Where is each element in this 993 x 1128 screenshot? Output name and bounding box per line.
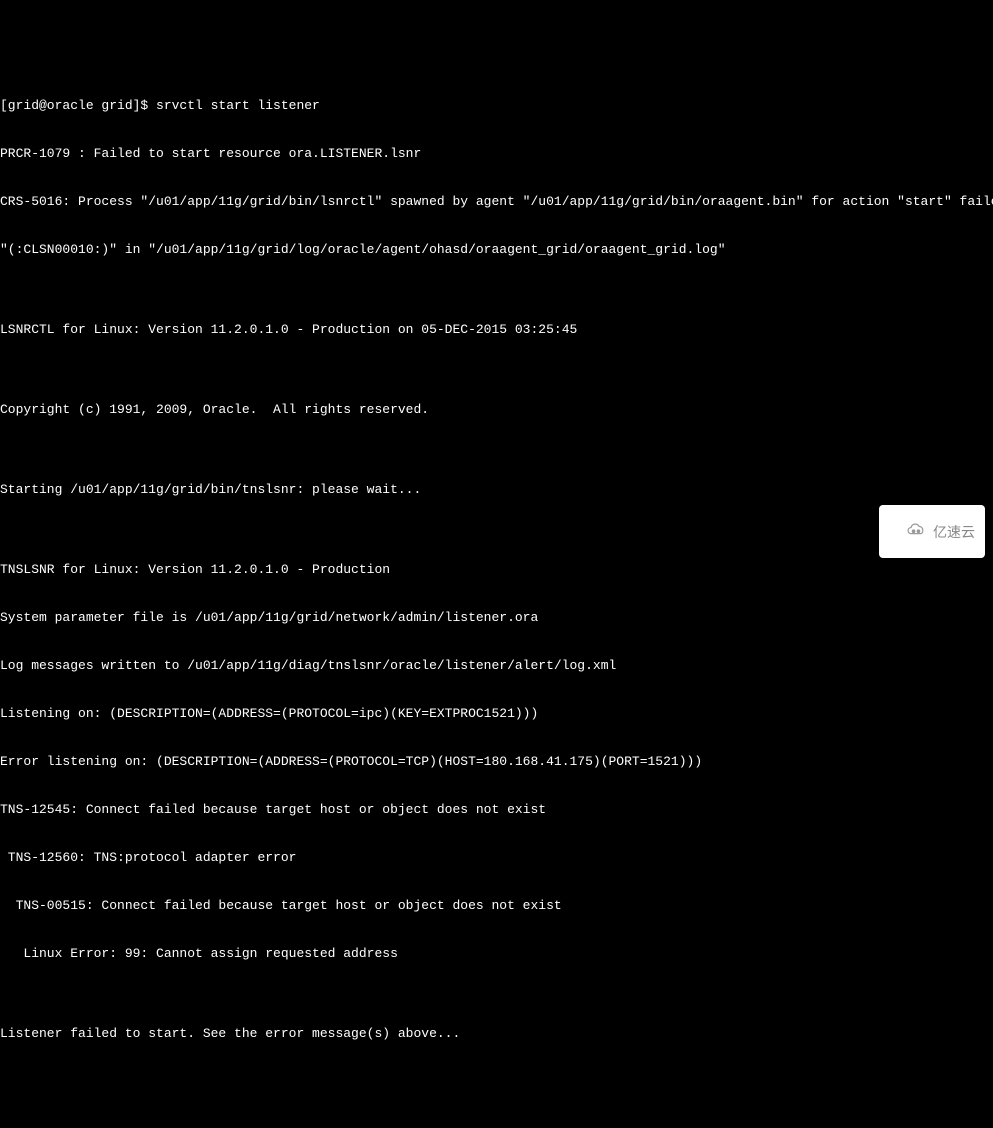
terminal-line: Listener failed to start. See the error … (0, 1026, 993, 1042)
terminal-output[interactable]: [grid@oracle grid]$ srvctl start listene… (0, 64, 993, 1128)
watermark-text: 亿速云 (933, 524, 975, 540)
terminal-line: Linux Error: 99: Cannot assign requested… (0, 946, 993, 962)
terminal-line: System parameter file is /u01/app/11g/gr… (0, 610, 993, 626)
terminal-line: Listening on: (DESCRIPTION=(ADDRESS=(PRO… (0, 706, 993, 722)
cloud-icon (889, 507, 927, 556)
watermark-badge: 亿速云 (879, 505, 985, 558)
terminal-line: TNS-12545: Connect failed because target… (0, 802, 993, 818)
terminal-line: Log messages written to /u01/app/11g/dia… (0, 658, 993, 674)
terminal-line: Error listening on: (DESCRIPTION=(ADDRES… (0, 754, 993, 770)
terminal-line: TNS-00515: Connect failed because target… (0, 898, 993, 914)
terminal-line: TNS-12560: TNS:protocol adapter error (0, 850, 993, 866)
terminal-line: LSNRCTL for Linux: Version 11.2.0.1.0 - … (0, 322, 993, 338)
terminal-line: PRCR-1079 : Failed to start resource ora… (0, 146, 993, 162)
terminal-line: TNSLSNR for Linux: Version 11.2.0.1.0 - … (0, 562, 993, 578)
terminal-line: "(:CLSN00010:)" in "/u01/app/11g/grid/lo… (0, 242, 993, 258)
terminal-line: Copyright (c) 1991, 2009, Oracle. All ri… (0, 402, 993, 418)
terminal-line: Starting /u01/app/11g/grid/bin/tnslsnr: … (0, 482, 993, 498)
terminal-line: CRS-5016: Process "/u01/app/11g/grid/bin… (0, 194, 993, 210)
terminal-line: [grid@oracle grid]$ srvctl start listene… (0, 98, 993, 114)
